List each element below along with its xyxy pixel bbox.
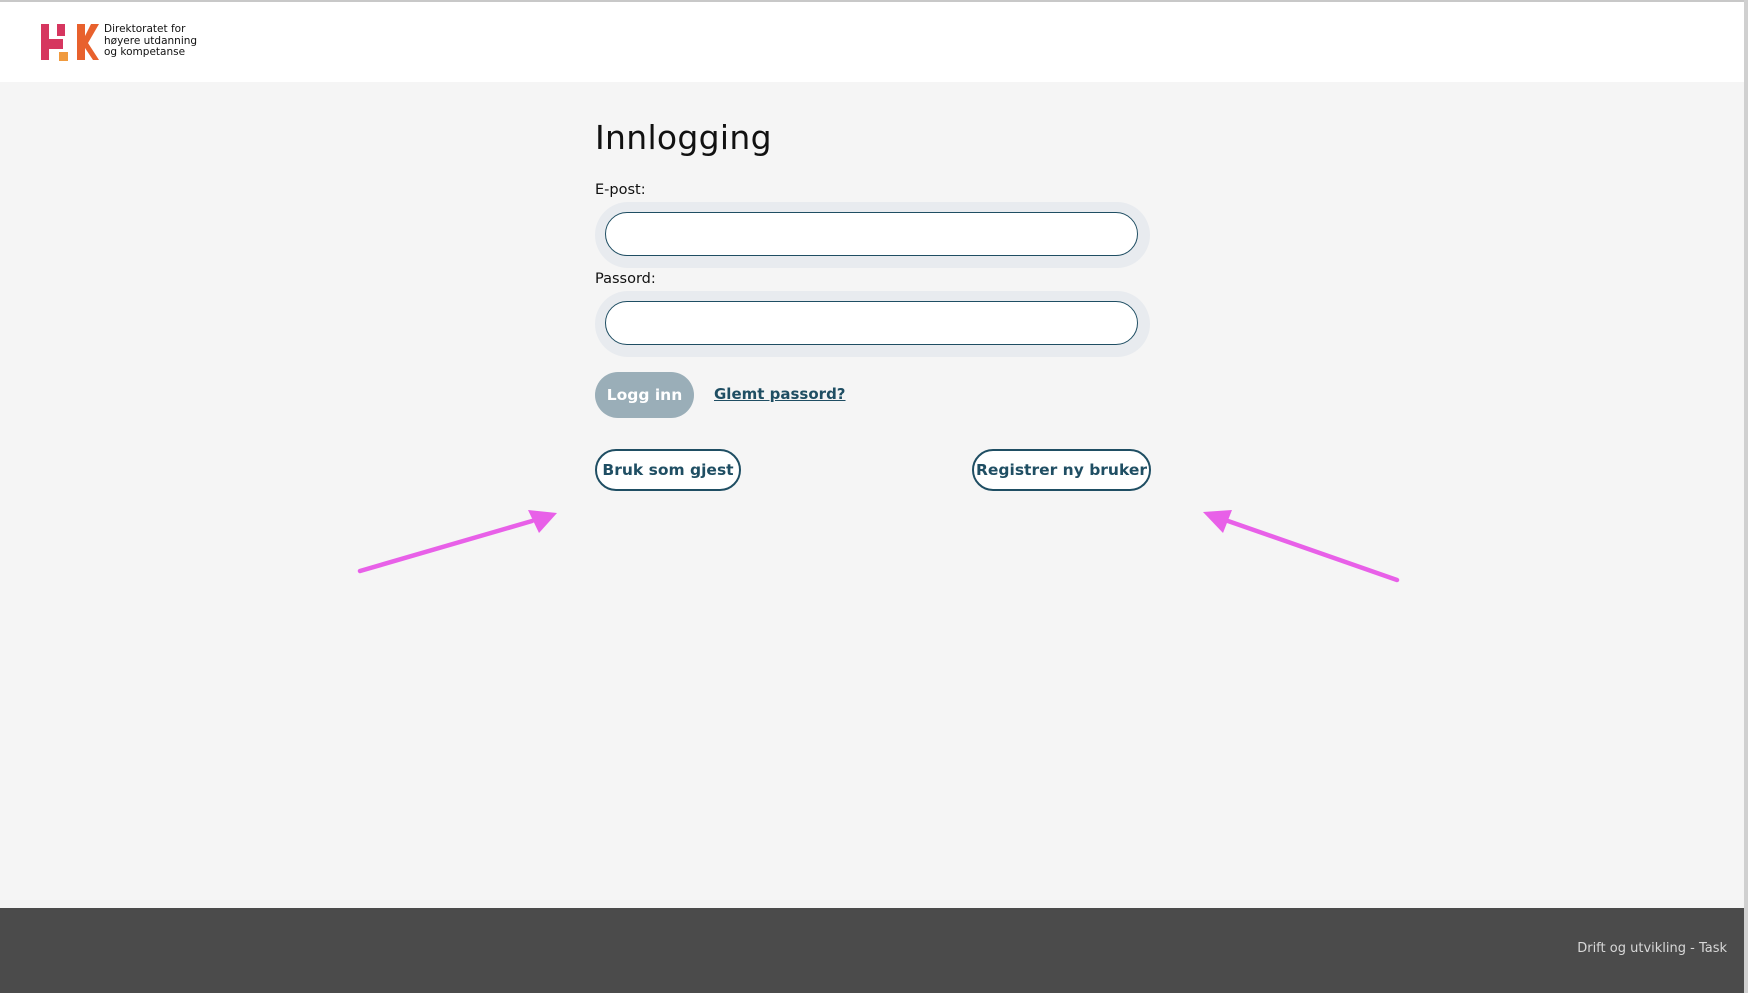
window-edge [1744, 0, 1748, 993]
footer: Drift og utvikling - Task [0, 908, 1748, 993]
hkdir-logo[interactable]: Direktoratet for høyere utdanning og kom… [41, 23, 231, 64]
register-button[interactable]: Registrer ny bruker [972, 449, 1151, 491]
login-button[interactable]: Logg inn [595, 372, 694, 418]
hk-logo-icon [41, 24, 99, 61]
email-label: E-post: [595, 182, 646, 198]
forgot-password-link[interactable]: Glemt passord? [714, 385, 846, 403]
email-field-wrapper [595, 202, 1150, 268]
password-label: Passord: [595, 271, 656, 287]
password-field[interactable] [605, 301, 1138, 345]
email-field[interactable] [605, 212, 1138, 256]
footer-text: Drift og utvikling - Task [1577, 941, 1727, 956]
login-form: Innlogging E-post: Passord: Logg inn Gle… [595, 82, 1155, 582]
main-content: Innlogging E-post: Passord: Logg inn Gle… [0, 82, 1748, 908]
header: Direktoratet for høyere utdanning og kom… [0, 2, 1748, 82]
page: Direktoratet for høyere utdanning og kom… [0, 0, 1748, 993]
password-field-wrapper [595, 291, 1150, 357]
page-title: Innlogging [595, 118, 772, 157]
logo-text: Direktoratet for høyere utdanning og kom… [104, 23, 198, 58]
guest-button[interactable]: Bruk som gjest [595, 449, 741, 491]
